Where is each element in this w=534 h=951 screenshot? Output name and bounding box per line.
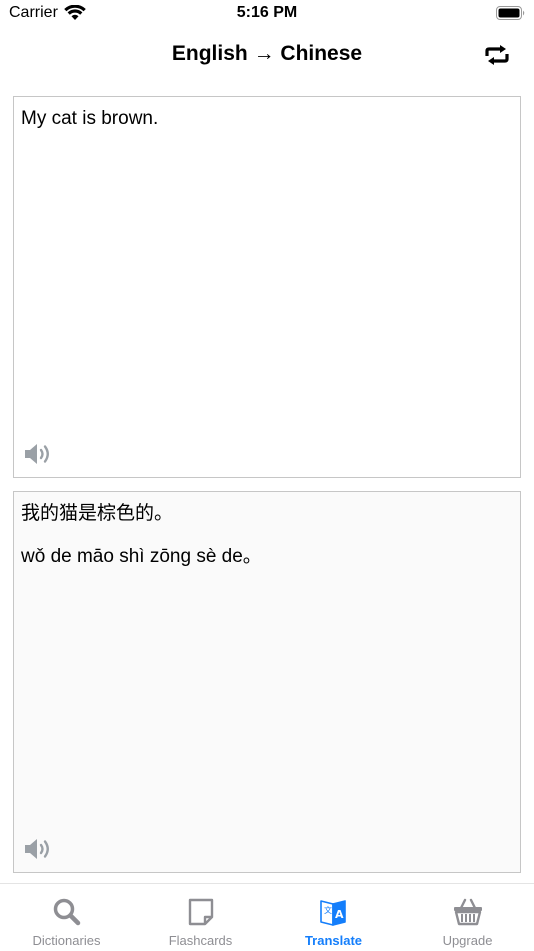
page-title: English → Chinese [171, 42, 363, 65]
tab-flashcards[interactable]: Flashcards [134, 884, 267, 951]
swap-languages-button[interactable] [484, 44, 510, 66]
translation-pinyin: wǒ de māo shì zōng sè de。 [21, 546, 262, 567]
translate-icon: 文 A [319, 900, 346, 926]
tab-translate[interactable]: 文 A Translate [267, 884, 400, 951]
swap-arrows-icon [485, 45, 509, 65]
status-bar: Carrier 5:16 PM [0, 0, 534, 28]
tab-label: Dictionaries [32, 933, 101, 948]
translation-output: 我的猫是棕色的。 wǒ de māo shì zōng sè de。 [13, 491, 521, 873]
source-text-input[interactable]: My cat is brown. [13, 96, 521, 478]
status-clock: 5:16 PM [236, 4, 298, 21]
tab-label: Upgrade [442, 933, 493, 948]
play-translation-audio-button[interactable] [23, 836, 53, 862]
speaker-icon [25, 444, 49, 464]
basket-icon [453, 898, 482, 926]
svg-text:文: 文 [324, 905, 332, 915]
play-source-audio-button[interactable] [23, 441, 53, 467]
tab-bar: Dictionaries Flashcards 文 A Translate Up… [0, 883, 534, 950]
tab-upgrade[interactable]: Upgrade [401, 884, 534, 951]
tab-dictionaries[interactable]: Dictionaries [0, 884, 133, 951]
tab-label: Flashcards [168, 933, 233, 948]
search-icon [53, 898, 80, 926]
source-text: My cat is brown. [21, 108, 159, 129]
flashcard-icon [188, 898, 213, 926]
translation-hanzi: 我的猫是棕色的。 [21, 503, 174, 524]
speaker-icon [25, 839, 49, 859]
navigation-bar: English → Chinese [0, 28, 534, 82]
tab-label: Translate [304, 933, 363, 948]
battery-icon [496, 6, 525, 20]
svg-text:A: A [335, 908, 344, 921]
